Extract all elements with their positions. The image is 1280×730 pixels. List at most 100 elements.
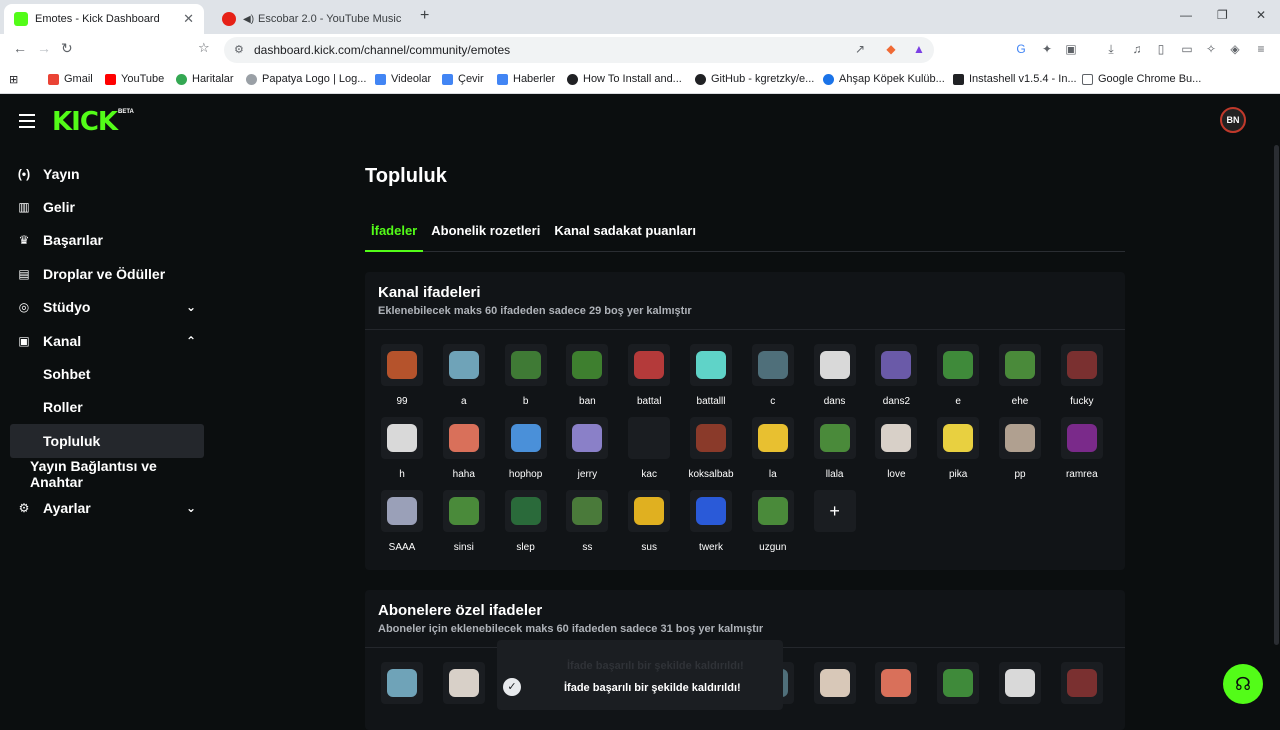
bookmark-cevir[interactable]: Çevir [442,73,484,85]
emote-tile[interactable] [1060,344,1103,386]
emote-item[interactable] [935,662,981,704]
emote-tile[interactable] [381,662,423,704]
emote-tile[interactable] [751,417,794,459]
emote-item[interactable]: koksalbab [688,417,734,480]
avatar[interactable]: BN [1220,107,1246,133]
browser-tab-youtube-music[interactable]: ◀) Escobar 2.0 - YouTube Music [212,4,412,34]
emote-item[interactable]: pika [935,417,981,480]
emote-tile[interactable] [875,662,918,704]
translate-icon[interactable]: G [1014,42,1028,56]
emote-tile[interactable] [875,417,918,459]
sidebar-item-3[interactable]: ▤ Droplar ve Ödüller [10,257,204,290]
emote-tile[interactable] [381,417,423,459]
media-icon[interactable]: ♫ [1130,42,1144,56]
emote-item[interactable]: pp [997,417,1043,480]
sidebar-item-7[interactable]: Roller [10,391,204,424]
emote-tile[interactable] [442,417,485,459]
chevron-icon[interactable]: ⌃ [186,334,196,348]
emote-tile[interactable] [999,662,1041,704]
sidebar-item-9[interactable]: Yayın Bağlantısı ve Anahtar [10,458,204,491]
emote-item[interactable]: ehe [997,344,1043,407]
bookmark-videolar[interactable]: Videolar [375,73,431,85]
rewards-icon[interactable]: ▲ [912,42,926,56]
emote-item[interactable]: kac [626,417,672,480]
emote-item[interactable]: ban [564,344,610,407]
emote-tile[interactable] [813,417,856,459]
emote-item[interactable] [441,662,487,704]
emote-item[interactable] [812,662,858,704]
close-window-button[interactable]: ✕ [1256,8,1266,22]
emote-item[interactable]: c [750,344,796,407]
sidebar-icon[interactable]: ▯ [1154,42,1168,56]
emote-tile[interactable] [381,344,423,386]
kick-logo[interactable]: KICK [52,107,118,137]
emote-item[interactable]: h [379,417,425,480]
emote-tile[interactable] [690,417,732,459]
emote-item[interactable]: fucky [1059,344,1105,407]
emote-tile[interactable] [628,490,671,532]
forward-icon[interactable]: → [37,40,51,56]
back-icon[interactable]: ← [13,40,27,56]
emote-item[interactable]: dans [812,344,858,407]
emote-item[interactable]: slep [503,490,549,553]
emote-tile[interactable] [937,662,980,704]
tab-close-icon[interactable]: ✕ [183,11,194,27]
reload-icon[interactable]: ↻ [61,40,73,57]
emote-tile[interactable] [1060,662,1103,704]
emote-tile[interactable] [690,490,732,532]
sidebar-item-2[interactable]: ♛ Başarılar [10,224,204,257]
vpn-icon[interactable]: ◈ [1228,42,1242,56]
emote-tile[interactable] [504,417,547,459]
sidebar-item-5[interactable]: ▣ Kanal ⌃ [10,324,204,357]
emote-item[interactable] [873,662,919,704]
bookmark-how-to-install[interactable]: How To Install and... [567,73,682,85]
emote-item[interactable]: hophop [503,417,549,480]
emote-item[interactable]: twerk [688,490,734,553]
emote-item[interactable]: uzgun [750,490,796,553]
extensions-icon[interactable]: ✦ [1040,42,1054,56]
emote-item[interactable]: SAAA [379,490,425,553]
emote-tile[interactable] [875,344,918,386]
bookmark-papatya[interactable]: Papatya Logo | Log... [246,73,366,85]
chevron-icon[interactable]: ⌄ [186,501,196,515]
sidebar-item-4[interactable]: ◎ Stüdyo ⌄ [10,291,204,324]
screenshot-icon[interactable]: ▣ [1064,42,1078,56]
emote-item[interactable]: a [441,344,487,407]
hamburger-menu-icon[interactable] [19,114,35,128]
emote-tile[interactable] [628,344,671,386]
support-chat-button[interactable]: ☊ [1223,664,1263,704]
emote-item[interactable]: b [503,344,549,407]
apps-icon[interactable]: ⊞ [9,73,18,86]
emote-tile[interactable] [937,417,980,459]
emote-item[interactable]: battal [626,344,672,407]
emote-item[interactable] [997,662,1043,704]
bookmark-icon[interactable]: ☆ [198,40,210,56]
bookmark-github[interactable]: GitHub - kgretzky/e... [695,73,814,85]
emote-tile[interactable] [690,344,732,386]
address-bar[interactable]: ⚙ dashboard.kick.com/channel/community/e… [224,37,934,63]
emote-tile[interactable] [566,417,609,459]
tab-abonelik-rozetleri[interactable]: Abonelik rozetleri [425,217,546,252]
tab-kanal-sadakat-puanlari[interactable]: Kanal sadakat puanları [548,217,702,252]
emote-item[interactable]: 99 [379,344,425,407]
bookmark-haritalar[interactable]: Haritalar [176,73,234,85]
new-tab-button[interactable]: + [420,7,429,25]
emote-item[interactable]: la [750,417,796,480]
emote-tile[interactable] [442,344,485,386]
emote-tile[interactable] [999,344,1041,386]
chevron-icon[interactable]: ⌄ [186,300,196,314]
emote-item[interactable]: battalll [688,344,734,407]
bookmark-youtube[interactable]: YouTube [105,73,164,85]
emote-item[interactable]: dans2 [873,344,919,407]
wallet-icon[interactable]: ▭ [1180,42,1194,56]
emote-item[interactable]: sinsi [441,490,487,553]
emote-tile[interactable] [504,344,547,386]
minimize-button[interactable]: — [1180,8,1192,22]
emote-item[interactable]: ramrea [1059,417,1105,480]
emote-tile[interactable] [813,662,856,704]
emote-tile[interactable] [504,490,547,532]
emote-tile[interactable] [813,344,856,386]
emote-tile[interactable] [442,490,485,532]
emote-item[interactable]: llala [812,417,858,480]
emote-item[interactable]: ss [564,490,610,553]
